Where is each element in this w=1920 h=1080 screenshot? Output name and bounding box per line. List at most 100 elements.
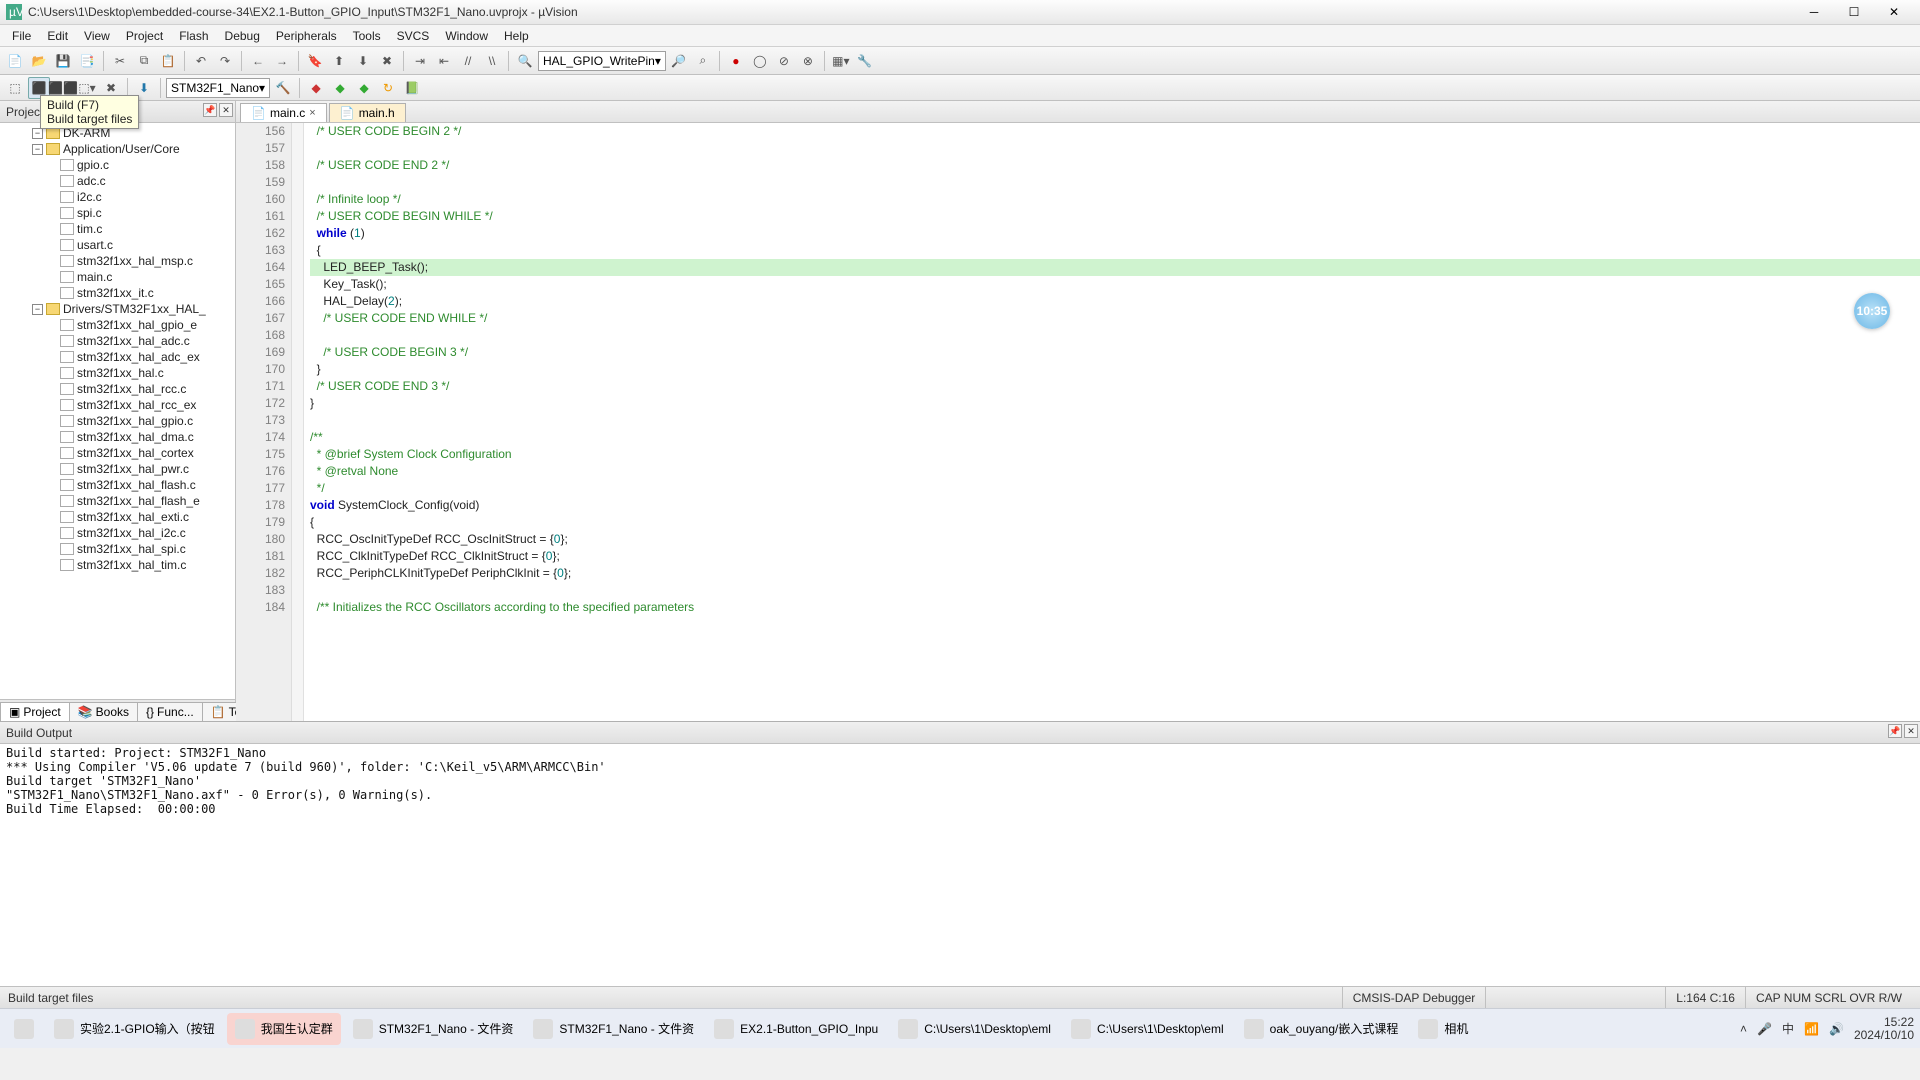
- menu-file[interactable]: File: [4, 27, 39, 45]
- wifi-icon[interactable]: 📶: [1804, 1022, 1819, 1036]
- taskbar-item-7[interactable]: C:\Users\1\Desktop\eml: [1063, 1013, 1232, 1045]
- tree-file-1-12[interactable]: stm32f1xx_hal_exti.c: [0, 509, 235, 525]
- manage-rte-icon[interactable]: ◆: [305, 77, 327, 99]
- taskbar-item-1[interactable]: 实验2.1-GPIO输入（按钮: [46, 1013, 223, 1045]
- project-subtab-func[interactable]: {}Func...: [137, 702, 203, 721]
- debug-start-icon[interactable]: ●: [725, 50, 747, 72]
- debug-disable-icon[interactable]: ⊘: [773, 50, 795, 72]
- mic-icon[interactable]: 🎤: [1757, 1022, 1772, 1036]
- taskbar-item-2[interactable]: 我国生认定群: [227, 1013, 341, 1045]
- tree-file-1-9[interactable]: stm32f1xx_hal_pwr.c: [0, 461, 235, 477]
- tree-group-1[interactable]: −Drivers/STM32F1xx_HAL_: [0, 301, 235, 317]
- bookmark-icon[interactable]: 🔖: [304, 50, 326, 72]
- tree-file-1-5[interactable]: stm32f1xx_hal_rcc_ex: [0, 397, 235, 413]
- tree-file-0-5[interactable]: usart.c: [0, 237, 235, 253]
- debug-breakpoint-icon[interactable]: ◯: [749, 50, 771, 72]
- minimize-button[interactable]: ─: [1794, 0, 1834, 25]
- bookmark-prev-icon[interactable]: ⬆: [328, 50, 350, 72]
- pane-pin-icon[interactable]: 📌: [203, 103, 217, 117]
- tree-file-1-0[interactable]: stm32f1xx_hal_gpio_e: [0, 317, 235, 333]
- tree-file-1-2[interactable]: stm32f1xx_hal_adc_ex: [0, 349, 235, 365]
- tree-file-1-6[interactable]: stm32f1xx_hal_gpio.c: [0, 413, 235, 429]
- configure-icon[interactable]: 🔧: [854, 50, 876, 72]
- menu-tools[interactable]: Tools: [345, 27, 389, 45]
- tree-file-0-1[interactable]: adc.c: [0, 173, 235, 189]
- tree-file-1-7[interactable]: stm32f1xx_hal_dma.c: [0, 429, 235, 445]
- ime-icon[interactable]: 中: [1782, 1020, 1794, 1037]
- taskbar-item-4[interactable]: STM32F1_Nano - 文件资: [525, 1013, 702, 1045]
- project-tree[interactable]: −DK-ARM−Application/User/Coregpio.cadc.c…: [0, 123, 235, 699]
- paste-icon[interactable]: 📋: [157, 50, 179, 72]
- file-tab-main-h[interactable]: 📄main.h: [329, 103, 406, 122]
- menu-peripherals[interactable]: Peripherals: [268, 27, 345, 45]
- close-button[interactable]: ✕: [1874, 0, 1914, 25]
- save-all-icon[interactable]: 📑: [76, 50, 98, 72]
- find-combo[interactable]: HAL_GPIO_WritePin▾: [538, 51, 666, 71]
- books-icon[interactable]: 📗: [401, 77, 423, 99]
- tree-file-0-2[interactable]: i2c.c: [0, 189, 235, 205]
- comment-icon[interactable]: //: [457, 50, 479, 72]
- copy-icon[interactable]: ⧉: [133, 50, 155, 72]
- menu-debug[interactable]: Debug: [217, 27, 268, 45]
- fold-column[interactable]: [292, 123, 304, 721]
- tree-file-1-4[interactable]: stm32f1xx_hal_rcc.c: [0, 381, 235, 397]
- tree-file-0-3[interactable]: spi.c: [0, 205, 235, 221]
- save-icon[interactable]: 💾: [52, 50, 74, 72]
- menu-view[interactable]: View: [76, 27, 118, 45]
- nav-back-icon[interactable]: ←: [247, 50, 269, 72]
- pane-close-icon[interactable]: ✕: [219, 103, 233, 117]
- taskbar-item-9[interactable]: 相机: [1410, 1013, 1476, 1045]
- system-tray[interactable]: ˄ 🎤 中 📶 🔊 15:222024/10/10: [1740, 1016, 1914, 1042]
- new-file-icon[interactable]: 📄: [4, 50, 26, 72]
- menu-svcs[interactable]: SVCS: [389, 27, 438, 45]
- indent-icon[interactable]: ⇥: [409, 50, 431, 72]
- outdent-icon[interactable]: ⇤: [433, 50, 455, 72]
- code-text[interactable]: /* USER CODE BEGIN 2 */ /* USER CODE END…: [304, 123, 1920, 721]
- uncomment-icon[interactable]: \\: [481, 50, 503, 72]
- menu-window[interactable]: Window: [437, 27, 496, 45]
- find-icon[interactable]: 🔍: [514, 50, 536, 72]
- target-combo[interactable]: STM32F1_Nano▾: [166, 78, 270, 98]
- bookmark-clear-icon[interactable]: ✖: [376, 50, 398, 72]
- build-output-text[interactable]: Build started: Project: STM32F1_Nano ***…: [0, 744, 1920, 986]
- tree-file-1-13[interactable]: stm32f1xx_hal_i2c.c: [0, 525, 235, 541]
- tree-file-0-6[interactable]: stm32f1xx_hal_msp.c: [0, 253, 235, 269]
- tree-file-1-11[interactable]: stm32f1xx_hal_flash_e: [0, 493, 235, 509]
- tree-file-1-3[interactable]: stm32f1xx_hal.c: [0, 365, 235, 381]
- tab-close-icon[interactable]: ×: [309, 107, 315, 119]
- tree-group-0[interactable]: −Application/User/Core: [0, 141, 235, 157]
- tree-file-1-14[interactable]: stm32f1xx_hal_spi.c: [0, 541, 235, 557]
- target-options-icon[interactable]: 🔨: [272, 77, 294, 99]
- find-in-files-icon[interactable]: 🔎: [668, 50, 690, 72]
- taskbar-item-8[interactable]: oak_ouyang/嵌入式课程: [1236, 1013, 1407, 1045]
- taskbar-item-3[interactable]: STM32F1_Nano - 文件资: [345, 1013, 522, 1045]
- bookmark-next-icon[interactable]: ⬇: [352, 50, 374, 72]
- open-icon[interactable]: 📂: [28, 50, 50, 72]
- window-layout-icon[interactable]: ▦▾: [830, 50, 852, 72]
- build-pane-pin-icon[interactable]: 📌: [1888, 724, 1902, 738]
- chevron-up-icon[interactable]: ˄: [1740, 1022, 1747, 1036]
- nav-fwd-icon[interactable]: →: [271, 50, 293, 72]
- menu-flash[interactable]: Flash: [171, 27, 216, 45]
- menu-help[interactable]: Help: [496, 27, 537, 45]
- undo-icon[interactable]: ↶: [190, 50, 212, 72]
- incremental-find-icon[interactable]: ⌕: [692, 50, 714, 72]
- select-pack-icon[interactable]: ◆: [329, 77, 351, 99]
- maximize-button[interactable]: ☐: [1834, 0, 1874, 25]
- menu-edit[interactable]: Edit: [39, 27, 76, 45]
- taskbar-item-0[interactable]: [6, 1013, 42, 1045]
- tree-file-0-0[interactable]: gpio.c: [0, 157, 235, 173]
- project-subtab-books[interactable]: 📚Books: [69, 702, 138, 721]
- volume-icon[interactable]: 🔊: [1829, 1022, 1844, 1036]
- project-subtab-project[interactable]: ▣Project: [0, 702, 70, 721]
- tree-file-1-1[interactable]: stm32f1xx_hal_adc.c: [0, 333, 235, 349]
- build-pane-close-icon[interactable]: ✕: [1904, 724, 1918, 738]
- taskbar-clock[interactable]: 15:222024/10/10: [1854, 1016, 1914, 1042]
- redo-icon[interactable]: ↷: [214, 50, 236, 72]
- file-tab-main-c[interactable]: 📄main.c×: [240, 103, 327, 122]
- tree-file-1-8[interactable]: stm32f1xx_hal_cortex: [0, 445, 235, 461]
- debug-kill-icon[interactable]: ⊗: [797, 50, 819, 72]
- pack-installer-icon[interactable]: ◆: [353, 77, 375, 99]
- cut-icon[interactable]: ✂: [109, 50, 131, 72]
- refresh-icon[interactable]: ↻: [377, 77, 399, 99]
